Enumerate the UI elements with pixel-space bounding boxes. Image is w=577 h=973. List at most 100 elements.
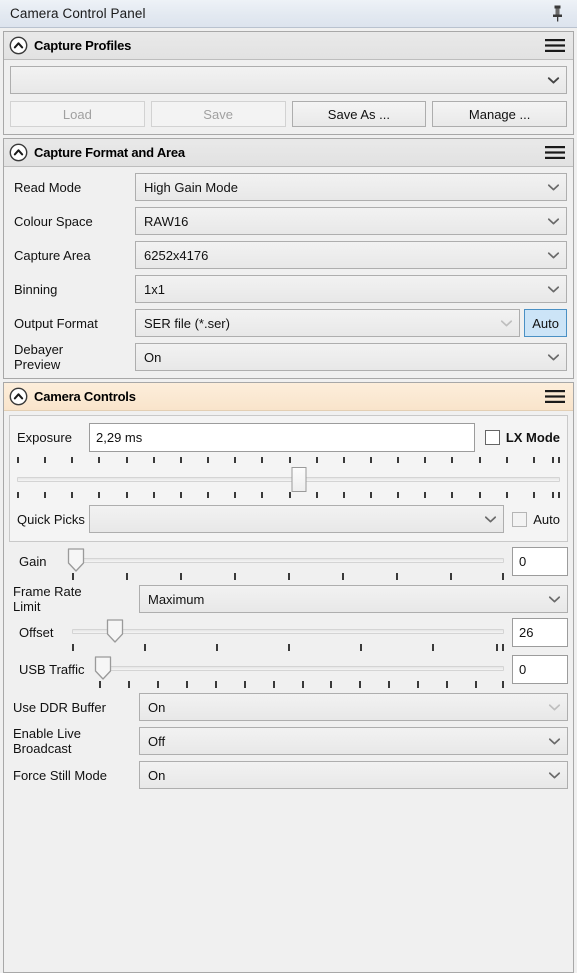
- profile-buttons-row: Load Save Save As ... Manage ...: [10, 99, 567, 128]
- chevron-down-icon: [547, 353, 560, 360]
- capture-profiles-header[interactable]: Capture Profiles: [4, 32, 573, 60]
- camera-control-panel-window: Camera Control Panel Capture Profiles Lo…: [0, 0, 577, 973]
- gain-slider-main: [68, 547, 504, 582]
- exposure-input[interactable]: 2,29 ms: [89, 423, 475, 452]
- force-still-mode-value: On: [148, 767, 166, 783]
- chevron-down-icon: [548, 595, 561, 602]
- exposure-ticks-top: [17, 457, 560, 466]
- force-still-mode-label: Force Still Mode: [13, 767, 107, 783]
- chevron-down-icon: [547, 76, 560, 84]
- capture-format-header[interactable]: Capture Format and Area: [4, 139, 573, 167]
- exposure-subpanel: Exposure 2,29 ms LX Mode Quick Picks Aut…: [9, 415, 568, 542]
- exposure-slider-block: [17, 455, 560, 501]
- usb-traffic-row: USB Traffic 0: [9, 655, 568, 690]
- load-button[interactable]: Load: [10, 101, 145, 127]
- gain-value-input[interactable]: 0: [512, 547, 568, 576]
- exposure-slider-thumb[interactable]: [291, 467, 307, 492]
- gain-label: Gain: [19, 554, 47, 569]
- debayer-preview-value: On: [144, 349, 162, 365]
- hamburger-menu-icon[interactable]: [545, 389, 565, 404]
- binning-combo[interactable]: 1x1: [135, 275, 567, 303]
- pin-icon: [552, 5, 562, 22]
- output-format-auto-button[interactable]: Auto: [524, 309, 567, 337]
- live-broadcast-combo[interactable]: Off: [139, 727, 568, 755]
- offset-slider-main: [72, 618, 504, 653]
- chevron-down-icon: [501, 319, 513, 326]
- offset-value-input[interactable]: 26: [512, 618, 568, 647]
- quick-picks-combo[interactable]: [89, 505, 505, 533]
- hamburger-menu-icon[interactable]: [545, 38, 565, 53]
- chevron-up-circle-icon[interactable]: [9, 387, 28, 406]
- read-mode-label: Read Mode: [14, 179, 82, 195]
- usb-traffic-slider-track: [99, 666, 504, 671]
- live-broadcast-label: Enable Live Broadcast: [13, 726, 81, 756]
- frame-rate-limit-combo[interactable]: Maximum: [139, 585, 568, 613]
- debayer-preview-combo[interactable]: On: [135, 343, 567, 371]
- save-as-button[interactable]: Save As ...: [291, 101, 427, 127]
- ddr-buffer-label: Use DDR Buffer: [13, 699, 106, 715]
- frame-rate-limit-row: Frame Rate Limit Maximum: [9, 584, 568, 614]
- chevron-down-icon: [547, 217, 560, 224]
- usb-traffic-slider-thumb[interactable]: [94, 656, 112, 680]
- save-button[interactable]: Save: [150, 101, 286, 127]
- chevron-up-circle-icon[interactable]: [9, 143, 28, 162]
- offset-label: Offset: [19, 625, 54, 640]
- titlebar: Camera Control Panel: [0, 0, 577, 28]
- capture-area-combo[interactable]: 6252x4176: [135, 241, 567, 269]
- gain-row: Gain 0: [9, 547, 568, 582]
- quick-picks-label: Quick Picks: [17, 511, 85, 527]
- quick-picks-auto-wrap[interactable]: Auto: [512, 511, 560, 527]
- usb-traffic-ticks: [99, 681, 504, 690]
- camera-controls-header[interactable]: Camera Controls: [4, 383, 573, 411]
- gain-slider-thumb[interactable]: [68, 548, 85, 572]
- capture-profiles-title: Capture Profiles: [34, 38, 132, 53]
- exposure-label: Exposure: [17, 430, 72, 445]
- force-still-mode-combo[interactable]: On: [139, 761, 568, 789]
- capture-area-label: Capture Area: [14, 247, 91, 263]
- output-format-combo[interactable]: SER file (*.ser): [135, 309, 521, 337]
- ddr-buffer-combo[interactable]: On: [139, 693, 568, 721]
- exposure-row: Exposure 2,29 ms LX Mode: [17, 422, 560, 453]
- panel-body: Capture Profiles Load Save Save As ... M…: [0, 28, 577, 973]
- frame-rate-limit-label: Frame Rate Limit: [13, 584, 82, 614]
- pin-button[interactable]: [546, 3, 568, 25]
- profile-combo[interactable]: [10, 66, 567, 94]
- lx-mode-checkbox[interactable]: [484, 430, 500, 445]
- quick-picks-row: Quick Picks Auto: [17, 504, 560, 534]
- output-format-row: Output Format SER file (*.ser) Auto: [10, 308, 567, 338]
- binning-row: Binning 1x1: [10, 274, 567, 304]
- section-camera-controls: Camera Controls Exposure 2,29 ms LX Mode…: [3, 382, 574, 973]
- hamburger-menu-icon[interactable]: [545, 145, 565, 160]
- usb-traffic-label: USB Traffic: [19, 662, 85, 677]
- capture-area-row: Capture Area 6252x4176: [10, 240, 567, 270]
- ddr-buffer-value: On: [148, 699, 166, 715]
- chevron-down-icon: [548, 737, 561, 744]
- chevron-down-icon: [548, 771, 561, 778]
- offset-slider-thumb[interactable]: [107, 619, 124, 643]
- binning-value: 1x1: [144, 281, 165, 297]
- live-broadcast-row: Enable Live Broadcast Off: [9, 726, 568, 756]
- camera-controls-title: Camera Controls: [34, 389, 136, 404]
- offset-row: Offset 26: [9, 618, 568, 653]
- exposure-slider[interactable]: [17, 466, 560, 492]
- colour-space-combo[interactable]: RAW16: [135, 207, 567, 235]
- usb-traffic-slider-main: [94, 655, 504, 690]
- output-format-value: SER file (*.ser): [144, 315, 230, 331]
- force-still-mode-row: Force Still Mode On: [9, 760, 568, 790]
- usb-traffic-value-input[interactable]: 0: [512, 655, 568, 684]
- frame-rate-limit-value: Maximum: [148, 591, 205, 607]
- offset-ticks: [72, 644, 504, 653]
- lx-mode-label: LX Mode: [505, 430, 560, 445]
- gain-slider-track: [72, 558, 504, 563]
- live-broadcast-value: Off: [148, 733, 166, 749]
- binning-label: Binning: [14, 281, 58, 297]
- offset-slider[interactable]: [72, 618, 504, 644]
- gain-ticks: [72, 573, 504, 582]
- gain-slider[interactable]: [68, 547, 504, 573]
- read-mode-combo[interactable]: High Gain Mode: [135, 173, 567, 201]
- manage-button[interactable]: Manage ...: [432, 101, 567, 127]
- lx-mode-checkbox-wrap[interactable]: LX Mode: [484, 430, 560, 445]
- usb-traffic-slider[interactable]: [94, 655, 504, 681]
- quick-picks-auto-checkbox[interactable]: [512, 511, 528, 527]
- chevron-up-circle-icon[interactable]: [9, 36, 28, 55]
